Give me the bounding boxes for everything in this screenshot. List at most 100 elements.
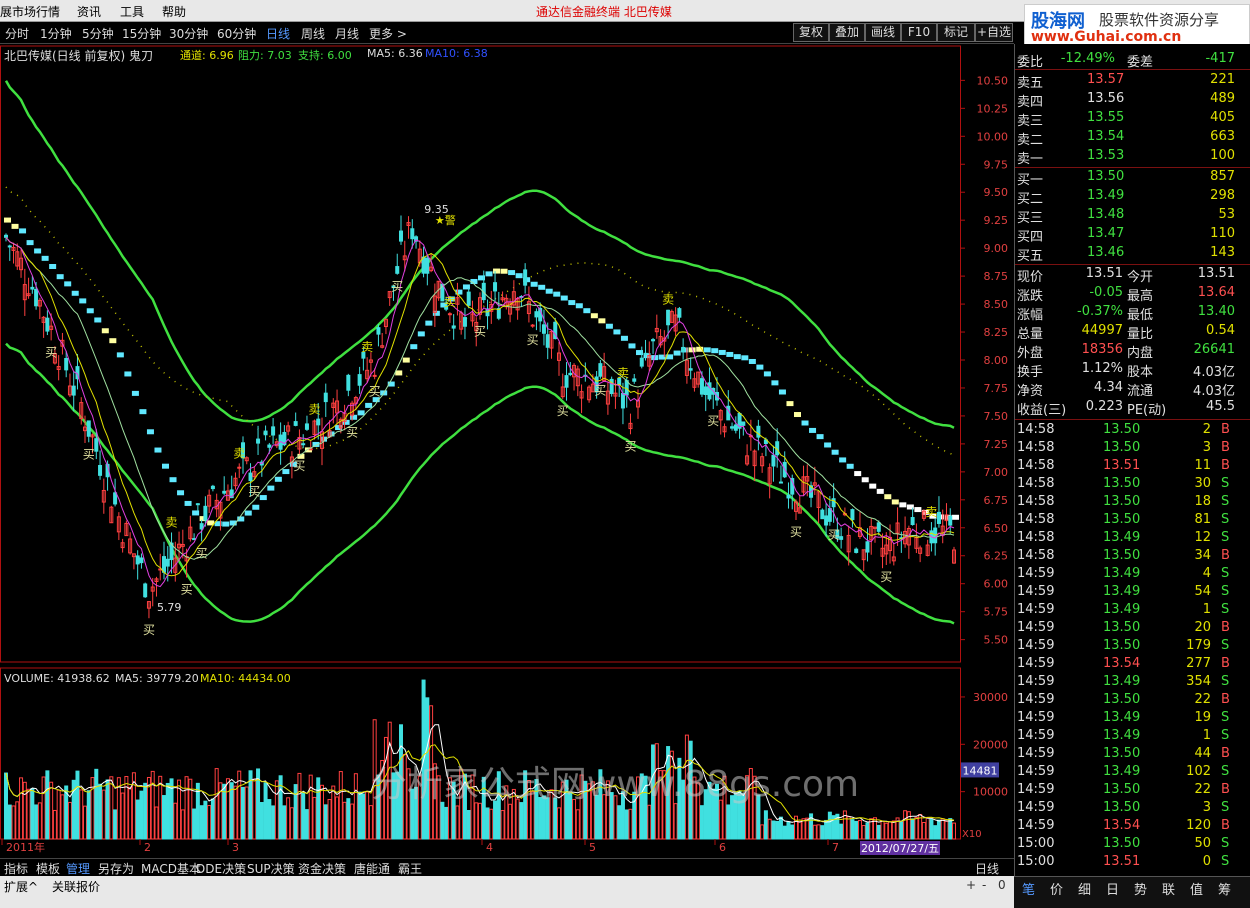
volume-bar [778,816,783,840]
adjust-button[interactable]: 复权 [793,23,829,42]
stat-label: 外盘 [1017,346,1044,361]
chart-period-label[interactable]: 日线 [975,860,999,877]
related-quote-button[interactable]: 关联报价 [52,878,100,895]
zoom-in-icon[interactable]: + [966,878,976,892]
tick-time: 14:58 [1017,494,1055,509]
tick-price: 13.50 [1103,800,1141,815]
quote-tab-5[interactable]: 联 [1162,879,1175,898]
buy-signal-label: 买 [83,447,95,461]
candle-body [756,425,761,438]
tab-bawang[interactable]: 霸王 [398,860,422,877]
f10-button[interactable]: F10 [901,23,937,42]
menu-help[interactable]: 帮助 [162,3,186,20]
quote-tab-0[interactable]: 笔 [1022,879,1035,898]
reset-icon[interactable]: 0 [998,878,1006,892]
mark-button[interactable]: 标记 [937,23,975,42]
candle-body [865,541,870,553]
tick-row: 14:59 13.54 277 B [1015,655,1250,673]
tab-manage[interactable]: 管理 [66,860,90,877]
tick-time: 14:59 [1017,800,1055,815]
tick-side: S [1221,836,1230,851]
period-weekly[interactable]: 周线 [301,25,325,42]
overlay-button[interactable]: 叠加 [829,23,865,42]
candle-body [545,334,550,348]
step-trend-mark [794,412,801,418]
volume-bar [850,819,855,840]
logo-tagline: 股票软件资源分享 [1099,11,1220,29]
x-axis-label: 6 [719,841,726,854]
tick-volume: 0 [1202,854,1211,869]
ma10-value: MA10: 6.38 [425,47,488,60]
quote-tab-4[interactable]: 势 [1134,879,1147,898]
step-trend-mark [71,290,79,296]
period-monthly[interactable]: 月线 [335,25,359,42]
tab-save-as[interactable]: 另存为 [98,860,134,877]
volume-bar [327,799,332,840]
tick-price: 13.49 [1103,566,1141,581]
quote-tab-2[interactable]: 细 [1078,879,1091,898]
period-30min[interactable]: 30分钟 [169,25,208,42]
chart-canvas[interactable]: 10.50 10.25 10.00 9.75 9.50 9.25 9.00 8.75 8.50 8… [0,44,1014,858]
period-1min[interactable]: 1分钟 [40,25,72,42]
tab-dde[interactable]: DDE决策 [196,860,246,877]
step-trend-mark [778,389,786,395]
draw-button[interactable]: 画线 [865,23,901,42]
kline-chart[interactable]: 10.50 10.25 10.00 9.75 9.50 9.25 9.00 8.75 8.50 8… [0,44,1014,858]
candle-body [643,352,648,355]
tab-indicator[interactable]: 指标 [4,860,28,877]
menu-news[interactable]: 资讯 [77,3,101,20]
expand-button[interactable]: 扩展^ [4,878,38,895]
volume-bar [98,783,103,840]
period-5min[interactable]: 5分钟 [82,25,114,42]
step-trend-mark [771,380,779,386]
step-trend-mark [824,442,832,448]
candle-body [86,420,91,437]
tab-template[interactable]: 模板 [36,860,60,877]
period-60min[interactable]: 60分钟 [217,25,256,42]
tick-price: 13.49 [1103,764,1141,779]
tick-time: 15:00 [1017,836,1055,851]
period-fenshi[interactable]: 分时 [5,25,29,42]
period-more[interactable]: 更多 > [369,25,407,42]
volume-bar [575,809,580,840]
quote-stat-row: 现价 13.51 今开 13.51 [1015,265,1250,285]
tick-side: S [1221,476,1230,491]
period-15min[interactable]: 15分钟 [122,25,161,42]
candle-body [786,494,791,499]
tab-tangnengtong[interactable]: 唐能通 [354,860,390,877]
add-watchlist-button[interactable]: +自选 [975,23,1013,42]
tick-time: 14:59 [1017,818,1055,833]
tab-macd[interactable]: MACD基本 [141,860,201,877]
step-trend-mark [763,371,771,377]
quote-tab-6[interactable]: 值 [1190,879,1203,898]
tick-time: 14:59 [1017,674,1055,689]
menu-market[interactable]: 展市场行情 [0,3,60,20]
quote-tab-3[interactable]: 日 [1106,879,1119,898]
quote-tab-1[interactable]: 价 [1050,879,1063,898]
volume-bar [67,801,72,840]
menu-tools[interactable]: 工具 [120,3,144,20]
quote-tab-7[interactable]: 筹 [1218,879,1231,898]
quote-panel: 委比 -12.49% 委差 -417 卖五 13.57 221 卖四 13.56 489 卖三 13.… [1014,44,1250,882]
bid-level-row: 买三 13.48 53 [1015,206,1250,226]
tick-price: 13.49 [1103,710,1141,725]
tick-price: 13.54 [1103,656,1141,671]
tick-row: 14:59 13.49 354 S [1015,673,1250,691]
tick-side: S [1221,800,1230,815]
volume-bar [293,784,298,840]
volume-bar [718,799,723,840]
step-trend-mark [726,351,734,357]
tick-side: S [1221,638,1230,653]
tick-time: 14:59 [1017,728,1055,743]
step-trend-mark [493,268,501,274]
cursor-date-label: 2012/07/27/五 [861,842,939,855]
zoom-out-icon[interactable]: - [982,878,986,892]
tab-fund[interactable]: 资金决策 [298,860,346,877]
volume-bar [335,796,340,840]
tick-time: 14:59 [1017,692,1055,707]
volume-bar [154,806,159,840]
tab-sup[interactable]: SUP决策 [247,860,295,877]
period-daily[interactable]: 日线 [266,25,290,42]
price-axis-label: 9.75 [984,158,1009,171]
tick-volume: 1 [1202,728,1211,743]
